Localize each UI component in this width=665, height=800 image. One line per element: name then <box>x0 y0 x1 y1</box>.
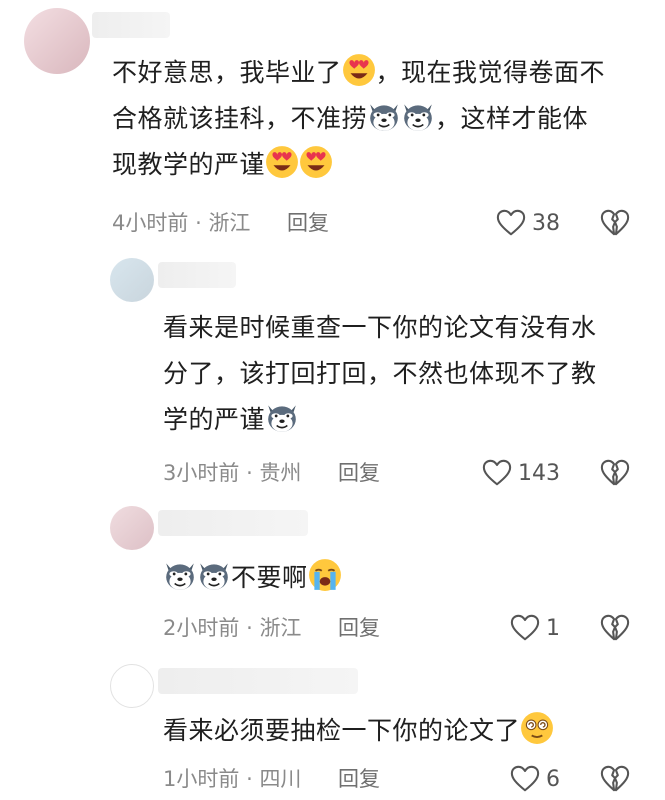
comment-text: 看来必须要抽检一下你的论文了 <box>163 708 643 754</box>
like-button[interactable]: 143 <box>482 457 560 489</box>
like-count: 6 <box>546 766 560 792</box>
username-blurred[interactable] <box>158 262 236 288</box>
dog-face-emoji-icon <box>369 103 399 132</box>
heart-eyes-emoji-icon <box>300 146 332 178</box>
dog-face-emoji-icon <box>267 404 297 433</box>
username-blurred[interactable] <box>158 668 358 694</box>
heart-eyes-emoji-icon <box>342 54 375 86</box>
reply-button[interactable]: 回复 <box>338 458 380 488</box>
timestamp-location: 2小时前 · 浙江 <box>163 616 302 640</box>
heart-outline-icon <box>510 765 540 792</box>
broken-heart-icon[interactable] <box>600 613 630 643</box>
comment-text: 不要啊 <box>163 555 463 601</box>
like-count: 38 <box>532 210 560 236</box>
loudly-crying-emoji-icon <box>307 558 342 592</box>
reply-button[interactable]: 回复 <box>287 208 329 238</box>
like-count: 1 <box>546 615 560 641</box>
dizzy-face-emoji-icon <box>520 711 554 745</box>
reply-button[interactable]: 回复 <box>338 764 380 794</box>
timestamp-location: 3小时前 · 贵州 <box>163 461 302 485</box>
like-button[interactable]: 38 <box>496 207 560 239</box>
broken-heart-icon[interactable] <box>600 208 630 238</box>
comment-text: 看来是时候重查一下你的论文有没有水 分了，该打回打回，不然也体现不了教 学的严谨 <box>163 313 597 434</box>
heart-outline-icon <box>510 614 540 641</box>
broken-heart-icon[interactable] <box>600 458 630 488</box>
dog-face-emoji-icon <box>199 562 229 591</box>
avatar[interactable] <box>110 258 154 302</box>
username-blurred[interactable] <box>158 510 308 536</box>
heart-outline-icon <box>496 209 526 236</box>
timestamp-location: 4小时前 · 浙江 <box>112 211 251 235</box>
comment-text: 不好意思，我毕业了 ，现在我觉得卷面不 合格就该挂科，不准捞 ，这样才能体 现教学的… <box>112 50 632 188</box>
broken-heart-icon[interactable] <box>600 764 630 794</box>
reply-button[interactable]: 回复 <box>338 613 380 643</box>
username-blurred[interactable] <box>92 12 170 38</box>
like-button[interactable]: 6 <box>510 763 560 795</box>
dog-face-emoji-icon <box>165 562 195 591</box>
heart-eyes-emoji-icon <box>266 146 298 178</box>
timestamp-location: 1小时前 · 四川 <box>163 767 302 791</box>
avatar[interactable] <box>110 506 154 550</box>
like-button[interactable]: 1 <box>510 612 560 644</box>
avatar[interactable] <box>24 8 90 74</box>
avatar[interactable] <box>110 664 154 708</box>
like-count: 143 <box>518 460 560 486</box>
heart-outline-icon <box>482 459 512 486</box>
dog-face-emoji-icon <box>403 103 433 132</box>
